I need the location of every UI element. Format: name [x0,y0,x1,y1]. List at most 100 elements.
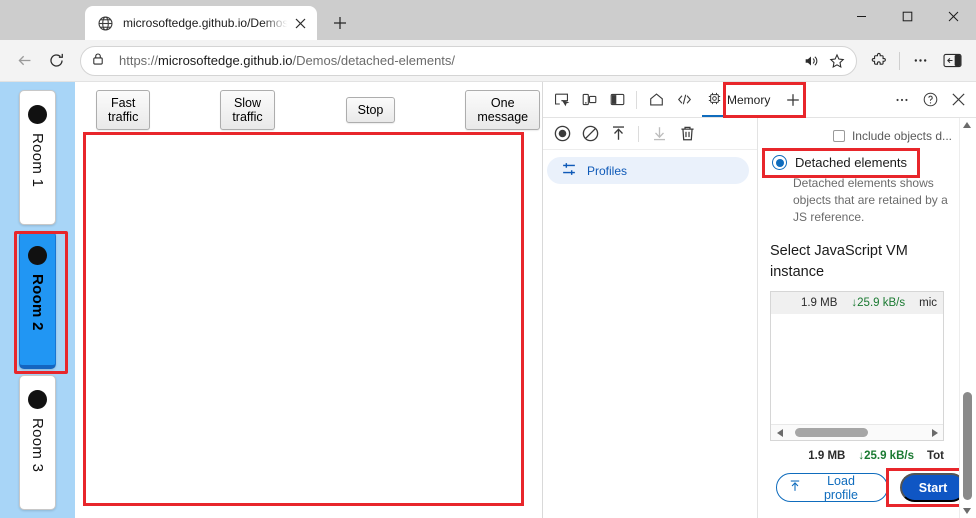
globe-favicon-icon [97,15,114,32]
recording-toolbar [543,118,757,150]
include-objects-checkbox[interactable] [833,130,845,142]
trash-icon[interactable] [674,121,700,147]
profile-actions: Load profile Start [770,473,966,502]
horizontal-scroll-track[interactable] [786,428,928,437]
sidebar-item-profiles-label: Profiles [587,164,627,178]
vm-list-body[interactable] [771,314,943,424]
room-label: Room 3 [29,418,46,472]
settings-and-more-button[interactable] [904,45,936,77]
room-avatar-icon [28,390,47,409]
address-bar-actions [798,48,850,74]
close-window-button[interactable] [930,0,976,32]
room-label: Room 1 [29,133,46,187]
content-area: Room 1 Room 2 Room 3 Fast traffic Slow t… [0,82,976,518]
refresh-button[interactable] [40,45,72,77]
url-host: microsoftedge.github.io [158,53,292,68]
window-controls [838,0,976,40]
vm-totals-row: 1.9 MB ↓25.9 kB/s Tot [770,450,966,462]
room-label: Room 2 [29,274,46,331]
new-tab-button[interactable] [325,8,355,38]
title-bar: microsoftedge.github.io/Demos/d [0,0,976,40]
minimize-button[interactable] [838,0,884,32]
vm-instance-list[interactable]: 1.9 MB ↓25.9 kB/s mic [770,291,944,441]
upload-icon [788,479,802,496]
horizontal-scroll-thumb[interactable] [795,428,869,437]
recording-toolbar-divider [638,126,639,142]
include-objects-label: Include objects d... [852,129,952,143]
room-avatar-icon [28,105,47,124]
room-item-2[interactable]: Room 2 [19,231,56,369]
scroll-right-icon[interactable] [928,429,940,437]
tab-memory[interactable]: Memory [698,83,779,117]
load-profile-label: Load profile [809,474,873,502]
clear-icon[interactable] [577,121,603,147]
scroll-up-icon[interactable] [963,118,971,132]
panel-vertical-scrollbar[interactable] [959,118,974,518]
memory-chip-icon [707,91,722,109]
scroll-left-icon[interactable] [774,429,786,437]
sidebar-item-profiles[interactable]: Profiles [547,157,749,184]
favorite-star-icon[interactable] [824,48,850,74]
sliders-icon [561,161,577,180]
vm-list-header: 1.9 MB ↓25.9 kB/s mic [771,292,943,314]
address-bar[interactable]: https://microsoftedge.github.io/Demos/de… [80,46,857,76]
vertical-scroll-track[interactable] [960,132,974,504]
devtools-close-icon[interactable] [944,86,972,114]
home-icon[interactable] [642,86,670,114]
toolbar-divider [899,52,900,70]
lock-icon [91,52,109,70]
select-vm-title: Select JavaScript VM instance [770,241,930,283]
read-aloud-icon[interactable] [798,48,824,74]
browser-window: microsoftedge.github.io/Demos/d [0,0,976,518]
room-list: Room 1 Room 2 Room 3 [0,82,75,518]
close-tab-icon[interactable] [289,12,311,34]
room-item-3[interactable]: Room 3 [19,375,56,510]
dock-side-icon[interactable] [603,86,631,114]
room-avatar-icon [28,246,47,265]
room-item-1[interactable]: Room 1 [19,90,56,225]
inspect-element-icon[interactable] [547,86,575,114]
browser-essentials-button[interactable] [936,45,968,77]
web-page: Room 1 Room 2 Room 3 Fast traffic Slow t… [0,82,543,518]
load-profile-button[interactable]: Load profile [776,473,888,502]
slow-traffic-button[interactable]: Slow traffic [220,90,274,130]
devtools-tab-bar: Memory [543,82,976,118]
browser-tab[interactable]: microsoftedge.github.io/Demos/d [85,6,317,40]
sources-code-icon[interactable] [670,86,698,114]
back-button[interactable] [8,45,40,77]
devtools-toolbar-divider [636,91,637,109]
vm-name-value: mic [919,297,937,309]
upload-icon[interactable] [605,121,631,147]
include-objects-row[interactable]: Include objects d... [770,126,966,146]
total-label: Tot [927,450,944,462]
message-list-area[interactable] [83,132,524,506]
detached-elements-radio[interactable] [772,155,787,170]
vm-list-horizontal-scrollbar[interactable] [771,424,943,440]
vm-memory-value: 1.9 MB [801,297,837,309]
one-message-button[interactable]: One message [465,90,540,130]
vertical-scroll-thumb[interactable] [963,392,972,500]
maximize-button[interactable] [884,0,930,32]
devtools-body: Profiles Include objects d... Detached e… [543,118,976,518]
memory-sidebar: Profiles [543,118,758,518]
device-emulation-icon[interactable] [575,86,603,114]
detached-elements-row[interactable]: Detached elements [770,155,966,170]
devtools-tab-bar-right [888,86,976,114]
stop-button[interactable]: Stop [346,97,396,123]
tab-memory-label: Memory [727,93,770,107]
detached-elements-label: Detached elements [795,155,907,170]
fast-traffic-button[interactable]: Fast traffic [96,90,150,130]
url-scheme: https:// [119,53,158,68]
download-icon [646,121,672,147]
total-memory-value: 1.9 MB [808,450,845,462]
devtools-help-icon[interactable] [916,86,944,114]
devtools-more-icon[interactable] [888,86,916,114]
devtools-panel: Memory [543,82,976,518]
record-icon[interactable] [549,121,575,147]
scroll-down-icon[interactable] [963,504,971,518]
extensions-button[interactable] [863,45,895,77]
start-button[interactable]: Start [900,473,966,502]
add-tool-icon[interactable] [779,86,807,114]
total-rate-value: ↓25.9 kB/s [858,450,914,462]
detached-elements-description: Detached elements shows objects that are… [793,175,948,226]
